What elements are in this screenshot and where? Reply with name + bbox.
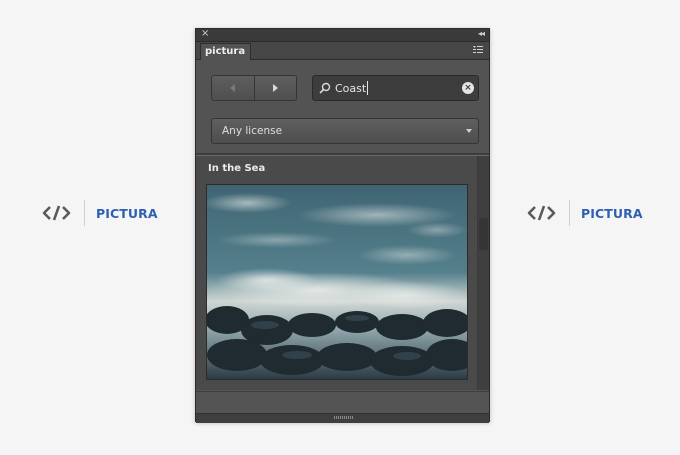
brand-name: PICTURA	[96, 205, 158, 221]
result-image[interactable]	[206, 184, 468, 380]
results-list: In the Sea	[196, 156, 489, 390]
panel-tab-row: pictura	[196, 42, 489, 60]
text-caret	[367, 81, 368, 95]
brand-divider	[84, 200, 85, 226]
brand-logo-left: PICTURA	[42, 200, 158, 226]
search-input[interactable]	[335, 79, 453, 97]
results-scrollbar[interactable]	[477, 156, 489, 390]
search-icon	[319, 82, 331, 94]
panel-footer	[196, 391, 489, 414]
resize-grip[interactable]	[196, 413, 489, 423]
tab-pictura[interactable]: pictura	[200, 43, 252, 60]
brand-logo-right: PICTURA	[527, 200, 643, 226]
brand-divider	[569, 200, 570, 226]
back-button[interactable]	[212, 76, 254, 100]
sea-waves-image	[207, 185, 467, 379]
license-select-value: Any license	[222, 125, 283, 137]
results-section-title: In the Sea	[208, 163, 266, 174]
panel-menu-icon[interactable]	[472, 44, 484, 56]
search-box: ×	[312, 75, 479, 101]
close-icon[interactable]: ×	[201, 27, 209, 41]
brand-name: PICTURA	[581, 205, 643, 221]
forward-button[interactable]	[253, 76, 297, 100]
history-nav	[211, 75, 297, 101]
code-brackets-icon	[42, 205, 71, 221]
grip-dots-icon	[334, 416, 353, 419]
panel-titlebar: × ◂◂	[196, 27, 489, 42]
clear-icon[interactable]: ×	[462, 82, 474, 94]
pictura-panel: × ◂◂ pictura × Any license	[195, 27, 490, 423]
triangle-left-icon	[230, 84, 236, 92]
scrollbar-thumb[interactable]	[479, 218, 488, 250]
triangle-right-icon	[272, 84, 278, 92]
collapse-icon[interactable]: ◂◂	[478, 27, 485, 41]
code-brackets-icon	[527, 205, 556, 221]
license-select[interactable]: Any license	[211, 118, 479, 144]
chevron-down-icon	[466, 129, 472, 133]
